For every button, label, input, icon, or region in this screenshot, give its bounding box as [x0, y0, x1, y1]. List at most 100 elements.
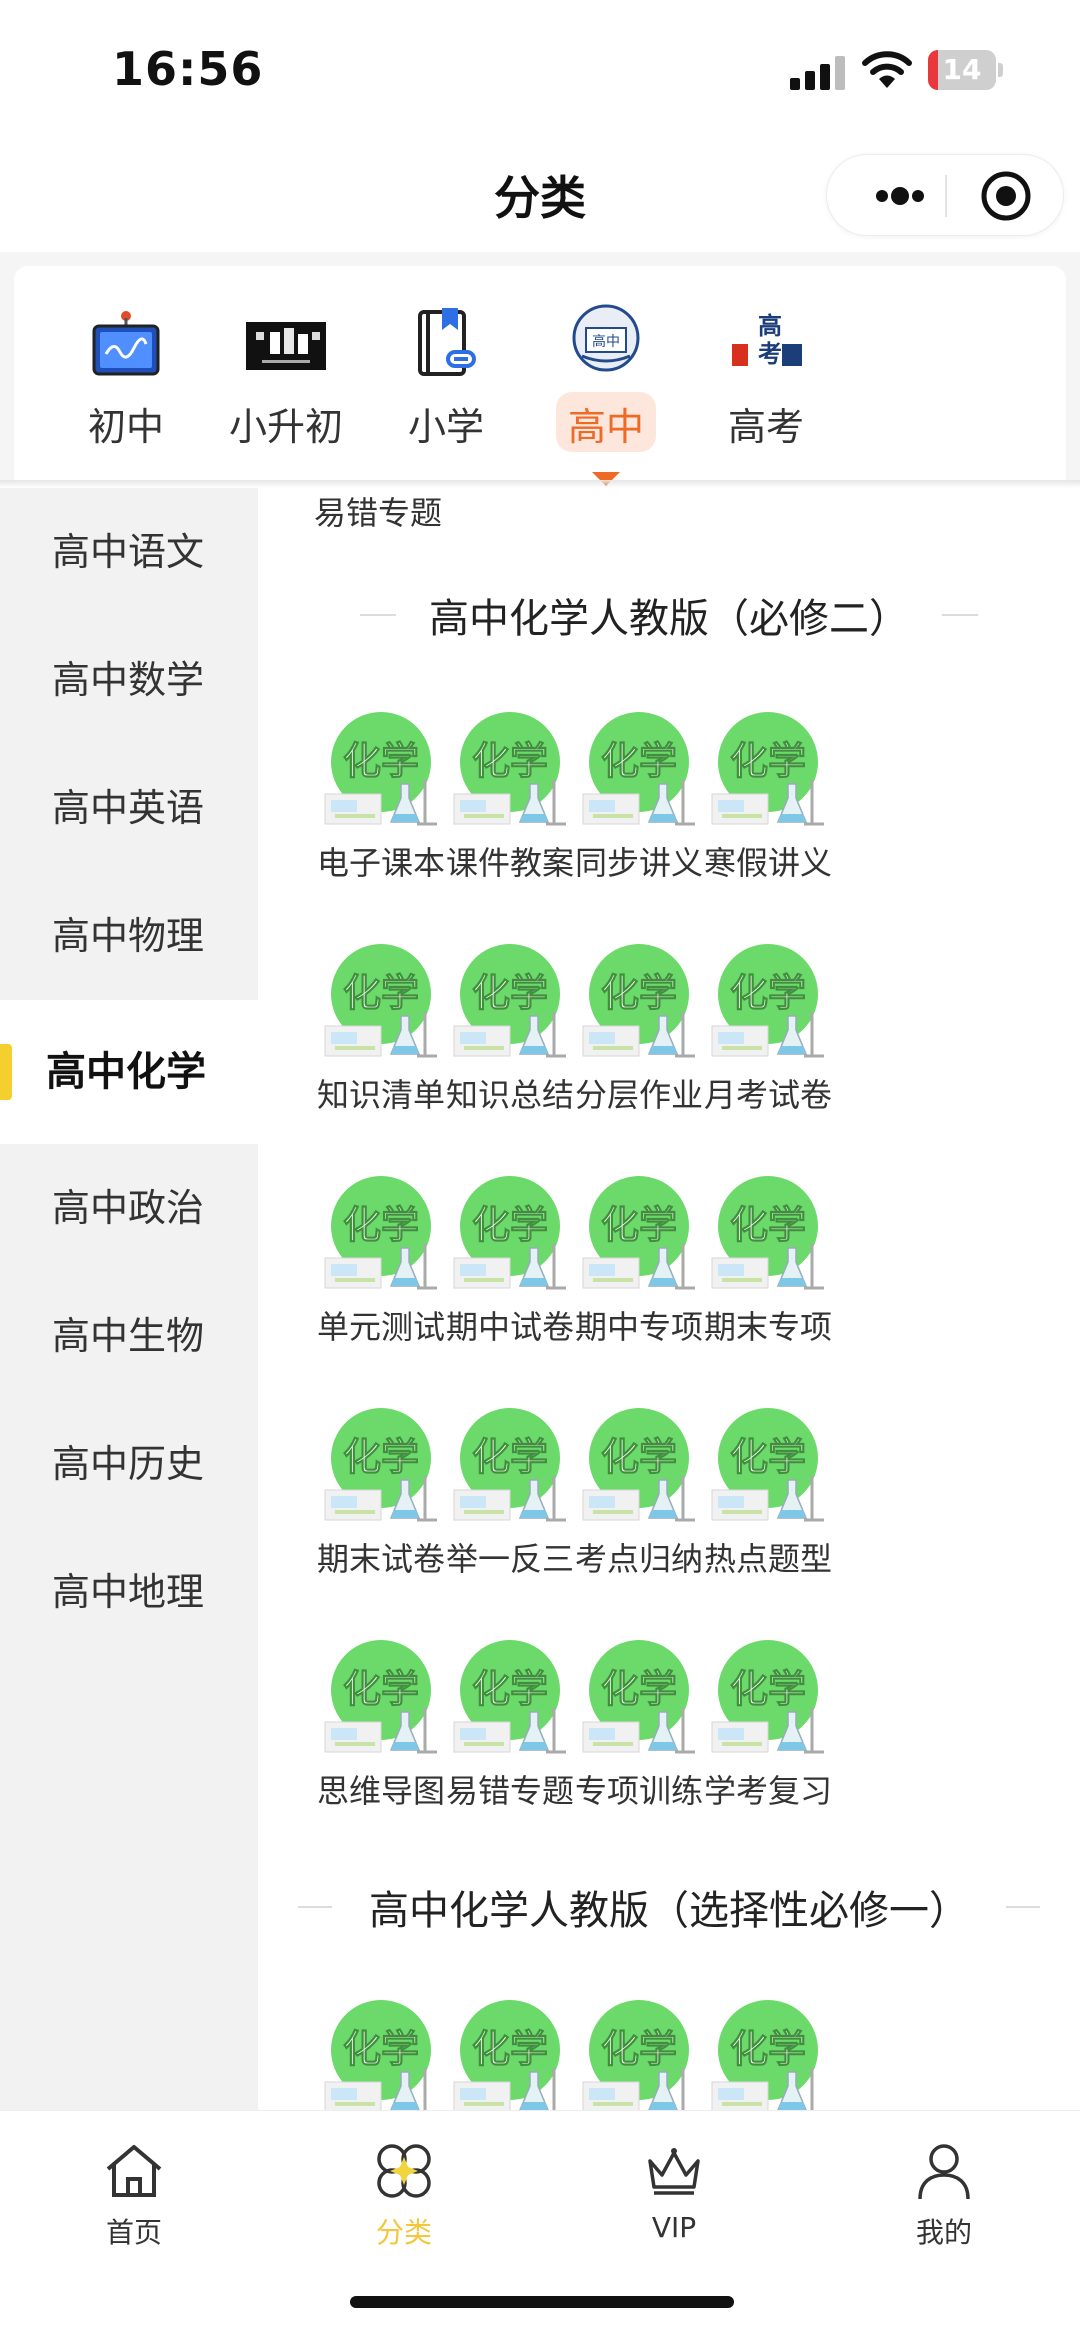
tab-home[interactable]: 首页 — [34, 2125, 234, 2255]
chemistry-resource-icon: 化学 — [711, 2000, 818, 2110]
tile-badge: 化学 — [343, 2027, 419, 2071]
category-junior-high[interactable]: 初中 — [46, 304, 206, 474]
status-time: 16:56 — [112, 42, 264, 96]
tile-badge: 化学 — [601, 1435, 677, 1479]
sidebar-item-geography[interactable]: 高中地理 — [0, 1528, 258, 1656]
tile-badge: 化学 — [472, 2027, 548, 2071]
chemistry-resource-icon: 化学 — [582, 712, 695, 826]
tile-badge: 化学 — [730, 1203, 806, 1247]
category-label: 初中 — [87, 405, 164, 449]
chemistry-resource-icon: 化学 — [453, 712, 566, 826]
chemistry-resource-icon: 化学 — [324, 1176, 437, 1290]
tab-label: VIP — [651, 2211, 697, 2244]
tab-category[interactable]: 分类 — [304, 2125, 504, 2255]
tile-badge: 化学 — [343, 971, 419, 1015]
tile-badge: 化学 — [601, 1203, 677, 1247]
tile-badge: 化学 — [472, 1667, 548, 1711]
resource-content: 易错专题 高中化学人教版（必修二） 化学 电子课本 化学 课件教案 化学 同步讲义 化学 寒假… — [258, 488, 1080, 2110]
resource-tile[interactable]: 化学 — [683, 1998, 853, 2110]
chemistry-resource-icon: 化学 — [582, 1640, 695, 1754]
svg-text:考: 考 — [758, 340, 782, 368]
category-bar-shadow — [0, 480, 1080, 488]
sidebar-item-english[interactable]: 高中英语 — [0, 744, 258, 872]
chemistry-resource-icon: 化学 — [324, 712, 437, 826]
sidebar-item-biology[interactable]: 高中生物 — [0, 1272, 258, 1400]
tile-label: 热点题型 — [703, 1540, 832, 1578]
tile-label: 月考试卷 — [703, 1076, 832, 1114]
category-high-school[interactable]: 高中 高中 — [526, 304, 686, 486]
whiteboard-icon — [92, 311, 160, 376]
status-bar: 16:56 14 — [0, 0, 1080, 140]
chemistry-resource-icon: 化学 — [711, 944, 824, 1058]
title-bar: 分类 — [0, 140, 1080, 252]
sidebar-item-label: 高中化学 — [46, 1049, 206, 1095]
category-bar: 初中 小升初 小学 高中 高中 高 考 高考 — [0, 252, 1080, 486]
tile-label: 寒假讲义 — [703, 844, 832, 882]
svg-text:高: 高 — [758, 312, 782, 340]
tile-badge: 化学 — [730, 1435, 806, 1479]
chemistry-resource-icon: 化学 — [324, 2000, 431, 2110]
divider-line — [942, 614, 978, 616]
sidebar-active-indicator — [0, 1044, 12, 1100]
chemistry-resource-icon: 化学 — [582, 1176, 695, 1290]
chemistry-resource-icon: 化学 — [453, 2000, 560, 2110]
wifi-icon — [862, 51, 912, 88]
resource-tile[interactable]: 化学 期末专项 — [683, 1174, 853, 1374]
resource-tile[interactable]: 化学 月考试卷 — [683, 942, 853, 1142]
tile-label: 学考复习 — [703, 1772, 832, 1810]
category-label: 高中 — [567, 405, 644, 449]
chemistry-resource-icon: 化学 — [711, 1408, 824, 1522]
tile-badge: 化学 — [601, 1667, 677, 1711]
mini-program-capsule — [826, 154, 1064, 236]
resource-tile[interactable]: 化学 学考复习 — [683, 1638, 853, 1838]
close-target-icon[interactable] — [977, 167, 1035, 225]
tile-badge: 化学 — [472, 1203, 548, 1247]
chemistry-resource-icon: 化学 — [582, 2000, 689, 2110]
chemistry-resource-icon: 化学 — [453, 1640, 566, 1754]
tile-badge: 化学 — [472, 971, 548, 1015]
sidebar-item-chinese[interactable]: 高中语文 — [0, 488, 258, 616]
tile-badge: 化学 — [730, 971, 806, 1015]
chemistry-resource-icon: 化学 — [711, 1640, 824, 1754]
chemistry-resource-icon: 化学 — [582, 1408, 695, 1522]
battery-icon: 14 — [928, 50, 1003, 90]
sidebar-item-chemistry[interactable]: 高中化学 — [0, 1000, 258, 1144]
battery-level: 14 — [942, 53, 982, 86]
chemistry-resource-icon: 化学 — [324, 944, 437, 1058]
tile-badge: 化学 — [472, 1435, 548, 1479]
crown-icon — [648, 2148, 700, 2195]
subject-sidebar: 高中语文 高中数学 高中英语 高中物理 高中化学 高中政治 高中生物 高中历史 … — [0, 488, 258, 2110]
resource-tile[interactable]: 化学 热点题型 — [683, 1406, 853, 1606]
category-label: 小升初 — [228, 405, 343, 449]
home-indicator — [350, 2296, 734, 2308]
chemistry-resource-icon: 化学 — [324, 1640, 437, 1754]
sidebar-item-physics[interactable]: 高中物理 — [0, 872, 258, 1000]
signal-icon — [790, 56, 845, 90]
tile-badge: 化学 — [343, 739, 419, 783]
category-gaokao[interactable]: 高 考 高考 — [686, 304, 846, 474]
category-primary[interactable]: 小学 — [366, 304, 526, 474]
high-school-badge-icon: 高中 — [572, 304, 640, 372]
gaokao-emblem-icon: 高 考 — [732, 312, 802, 368]
more-icon[interactable] — [855, 155, 945, 237]
chemistry-resource-icon: 化学 — [711, 1176, 824, 1290]
resource-tile[interactable]: 化学 寒假讲义 — [683, 710, 853, 910]
sidebar-item-history[interactable]: 高中历史 — [0, 1400, 258, 1528]
category-primary-to-junior[interactable]: 小升初 — [206, 304, 366, 474]
chemistry-resource-icon: 化学 — [453, 1408, 566, 1522]
tile-badge: 化学 — [601, 971, 677, 1015]
sidebar-item-politics[interactable]: 高中政治 — [0, 1144, 258, 1272]
tile-badge: 化学 — [343, 1203, 419, 1247]
tile-badge: 化学 — [601, 739, 677, 783]
divider-line — [1006, 1906, 1040, 1908]
tile-badge: 化学 — [730, 1667, 806, 1711]
chemistry-resource-icon: 化学 — [711, 712, 824, 826]
chemistry-resource-icon: 化学 — [324, 1408, 437, 1522]
tab-vip[interactable]: VIP — [574, 2125, 774, 2255]
tile-badge: 化学 — [730, 739, 806, 783]
tab-mine[interactable]: 我的 — [844, 2125, 1044, 2255]
tile-label-partial[interactable]: 易错专题 — [314, 488, 442, 534]
chemistry-resource-icon: 化学 — [453, 1176, 566, 1290]
sidebar-item-math[interactable]: 高中数学 — [0, 616, 258, 744]
tab-label: 首页 — [105, 2216, 162, 2249]
